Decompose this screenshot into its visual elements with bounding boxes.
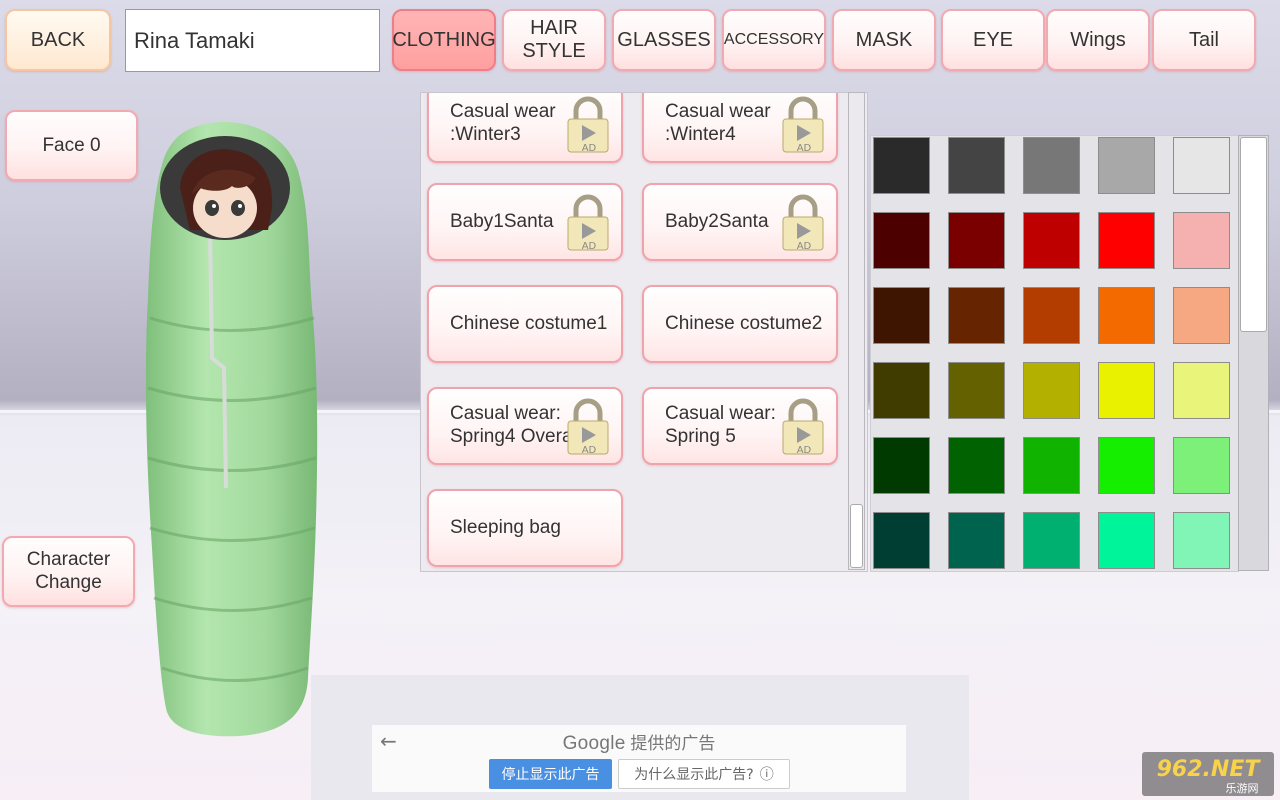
color-swatch[interactable] xyxy=(948,212,1005,269)
clothing-list-panel[interactable]: Casual wear :Winter3 AD Casual wear :Win… xyxy=(420,92,868,572)
color-swatch[interactable] xyxy=(1173,512,1230,569)
clothing-item-sleeping-bag[interactable]: Sleeping bag xyxy=(427,489,623,567)
color-swatch[interactable] xyxy=(1173,212,1230,269)
color-swatch[interactable] xyxy=(1173,137,1230,194)
why-ad-label: 为什么显示此广告? xyxy=(634,767,754,783)
color-swatch[interactable] xyxy=(873,362,930,419)
clothing-item-chinese-costume1[interactable]: Chinese costume1 xyxy=(427,285,623,363)
tab-eye[interactable]: EYE xyxy=(941,9,1045,71)
lock-badge-text: AD xyxy=(582,241,597,251)
clothing-item-label: Chinese costume2 xyxy=(665,312,823,334)
clothing-item-chinese-costume2[interactable]: Chinese costume2 xyxy=(642,285,838,363)
color-swatch[interactable] xyxy=(1023,362,1080,419)
palette-scroll-thumb[interactable] xyxy=(1240,137,1267,332)
color-swatch[interactable] xyxy=(1098,212,1155,269)
clothing-item-label: Casual wear: Spring 5 xyxy=(665,403,776,447)
color-swatch[interactable] xyxy=(948,287,1005,344)
character-name-field[interactable]: Rina Tamaki xyxy=(125,9,380,72)
color-swatch[interactable] xyxy=(1098,287,1155,344)
face-label: Face xyxy=(42,134,85,156)
color-swatch[interactable] xyxy=(1173,437,1230,494)
clothing-item-baby1santa[interactable]: Baby1Santa AD xyxy=(427,183,623,261)
color-swatch[interactable] xyxy=(873,437,930,494)
lock-badge-text: AD xyxy=(582,143,597,153)
tab-clothing[interactable]: CLOTHING xyxy=(392,9,496,71)
watermark-brand: 962.NET xyxy=(1157,757,1262,782)
character-model[interactable] xyxy=(140,118,325,738)
ad-provider: Google 提供的广告 xyxy=(372,729,906,755)
watermark-sub: 乐游网 xyxy=(1226,782,1259,795)
why-ad-button[interactable]: 为什么显示此广告? ⓘ xyxy=(618,759,790,789)
face-value: 0 xyxy=(89,134,101,156)
color-swatch[interactable] xyxy=(1023,512,1080,569)
clothing-item-label: Chinese costume1 xyxy=(450,312,608,334)
color-swatch[interactable] xyxy=(1173,287,1230,344)
clothing-item-label: Sleeping bag xyxy=(450,516,561,538)
tab-glasses[interactable]: GLASSES xyxy=(612,9,716,71)
ad-banner: ← Google 提供的广告 停止显示此广告 为什么显示此广告? ⓘ xyxy=(372,725,906,792)
ad-lock-icon: AD xyxy=(782,398,824,455)
color-swatch[interactable] xyxy=(948,137,1005,194)
color-swatch[interactable] xyxy=(948,437,1005,494)
color-swatch[interactable] xyxy=(1173,362,1230,419)
google-logo-text: Google xyxy=(562,733,626,754)
clothing-item-label: Casual wear :Winter3 xyxy=(450,101,556,145)
tab-mask[interactable]: MASK xyxy=(832,9,936,71)
color-swatch[interactable] xyxy=(1023,137,1080,194)
color-swatch[interactable] xyxy=(1098,512,1155,569)
color-swatch[interactable] xyxy=(1023,212,1080,269)
clothing-item-spring5[interactable]: Casual wear: Spring 5 AD xyxy=(642,387,838,465)
clothing-item-baby2santa[interactable]: Baby2Santa AD xyxy=(642,183,838,261)
info-icon: ⓘ xyxy=(759,767,774,783)
clothing-item-casual-winter3[interactable]: Casual wear :Winter3 AD xyxy=(427,93,623,163)
color-swatch[interactable] xyxy=(1098,437,1155,494)
lock-badge-text: AD xyxy=(797,241,812,251)
clothing-item-label: Casual wear :Winter4 xyxy=(665,101,771,145)
site-watermark: 962.NET 乐游网 xyxy=(1142,752,1274,796)
color-swatch[interactable] xyxy=(948,362,1005,419)
clothing-item-label: Baby1Santa xyxy=(450,210,554,232)
ad-lock-icon: AD xyxy=(567,96,609,153)
lock-badge-text: AD xyxy=(797,445,812,455)
clothing-item-casual-winter4[interactable]: Casual wear :Winter4 AD xyxy=(642,93,838,163)
color-swatch[interactable] xyxy=(1098,362,1155,419)
ad-provider-text: 提供的广告 xyxy=(630,734,716,753)
color-swatch[interactable] xyxy=(873,137,930,194)
face-button[interactable]: Face 0 xyxy=(5,110,138,181)
lock-badge-text: AD xyxy=(582,445,597,455)
ad-lock-icon: AD xyxy=(782,96,824,153)
color-swatch[interactable] xyxy=(873,287,930,344)
ad-lock-icon: AD xyxy=(567,194,609,251)
color-swatch[interactable] xyxy=(873,212,930,269)
color-swatch[interactable] xyxy=(873,512,930,569)
clothing-list-scroll-thumb[interactable] xyxy=(850,504,863,568)
clothing-list-scrollbar[interactable] xyxy=(848,92,865,570)
color-swatch[interactable] xyxy=(1098,137,1155,194)
color-swatch[interactable] xyxy=(1023,437,1080,494)
clothing-item-spring4-overalls[interactable]: Casual wear: Spring4 Overalls AD xyxy=(427,387,623,465)
character-face xyxy=(180,149,273,238)
character-change-button[interactable]: Character Change xyxy=(2,536,135,607)
stop-ad-button[interactable]: 停止显示此广告 xyxy=(489,759,612,789)
color-swatch[interactable] xyxy=(948,512,1005,569)
tab-hair-style[interactable]: HAIR STYLE xyxy=(502,9,606,71)
ad-lock-icon: AD xyxy=(782,194,824,251)
tab-tail[interactable]: Tail xyxy=(1152,9,1256,71)
clothing-item-label: Baby2Santa xyxy=(665,210,769,232)
lock-badge-text: AD xyxy=(797,143,812,153)
color-palette[interactable] xyxy=(870,135,1239,572)
tab-wings[interactable]: Wings xyxy=(1046,9,1150,71)
back-button[interactable]: BACK xyxy=(5,9,111,71)
color-swatch[interactable] xyxy=(1023,287,1080,344)
ad-lock-icon: AD xyxy=(567,398,609,455)
tab-accessory[interactable]: ACCESSORY xyxy=(722,9,826,71)
palette-scrollbar[interactable] xyxy=(1238,135,1269,571)
